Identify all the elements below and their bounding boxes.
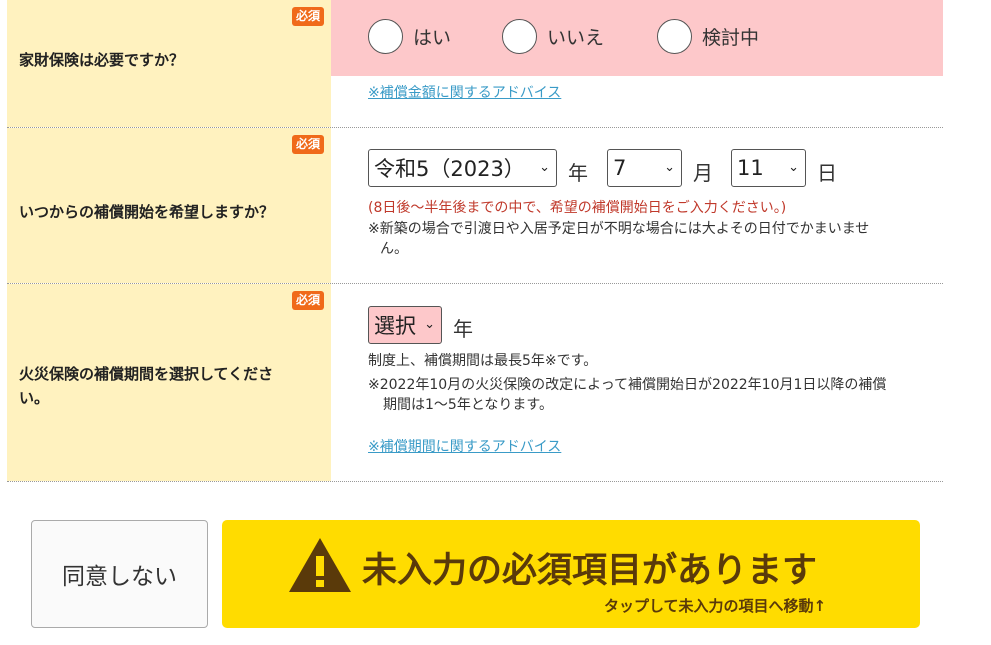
coverage-period-advice-link[interactable]: ※補償期間に関するアドバイス [368, 436, 561, 456]
jump-to-missing-hint: タップして未入力の項目へ移動↑ [604, 597, 827, 615]
question-label-line: 火災保険の補償期間を選択してくださ [19, 365, 274, 383]
revision-note: ※2022年10月の火災保険の改定によって補償開始日が2022年10月1日以降の… [368, 375, 928, 415]
chevron-down-icon: ⌄ [664, 160, 675, 175]
year-select-value: 令和5（2023） [374, 157, 525, 181]
disagree-button-label: 同意しない [62, 564, 177, 590]
question-label-cell: 必須 火災保険の補償期間を選択してくださ い。 [7, 284, 331, 481]
answer-cell: 選択 ⌄ 年 制度上、補償期間は最長5年※です。 ※2022年10月の火災保険の… [331, 284, 943, 481]
coverage-years-select-value: 選択 [374, 314, 416, 338]
question-label-cell: 必須 いつからの補償開始を希望しますか？ [7, 128, 331, 283]
year-unit-label: 年 [568, 161, 588, 185]
year-select[interactable]: 令和5（2023） ⌄ [368, 149, 557, 187]
note-line: ん。 [380, 241, 408, 257]
warning-icon [289, 538, 351, 592]
day-unit-label: 日 [817, 161, 837, 185]
note-line: 期間は1～5年となります。 [383, 397, 553, 413]
answer-cell: はい いいえ 検討中 ※補償金額に関するアドバイス [331, 0, 943, 127]
answer-cell: 令和5（2023） ⌄ 年 7 ⌄ 月 11 ⌄ 日 (8日後～半年後までの中で… [331, 128, 943, 283]
month-select-value: 7 [613, 156, 627, 180]
question-label-cell: 必須 家財保険は必要ですか？ [7, 0, 331, 127]
required-badge: 必須 [291, 7, 324, 26]
date-range-hint: (8日後～半年後までの中で、希望の補償開始日をご入力ください。) [368, 200, 787, 216]
required-badge: 必須 [291, 135, 324, 154]
note-line: ※2022年10月の火災保険の改定によって補償開始日が2022年10月1日以降の… [368, 377, 887, 393]
question-label: 家財保険は必要ですか？ [19, 51, 185, 69]
coverage-years-unit-label: 年 [453, 317, 473, 341]
month-select[interactable]: 7 ⌄ [607, 149, 682, 187]
question-row-contents-insurance: 必須 家財保険は必要ですか？ はい いいえ 検討中 ※補償金額に関するアドバイス [7, 0, 943, 128]
radio-group: はい いいえ 検討中 [331, 0, 943, 76]
radio-label: いいえ [547, 27, 605, 49]
coverage-amount-advice-link[interactable]: ※補償金額に関するアドバイス [368, 82, 561, 102]
radio-label: 検討中 [702, 27, 760, 49]
radio-button[interactable] [502, 19, 537, 54]
chevron-down-icon: ⌄ [788, 160, 799, 175]
question-label: いつからの補償開始を希望しますか？ [19, 203, 275, 221]
chevron-down-icon: ⌄ [424, 317, 435, 332]
day-select-value: 11 [737, 156, 764, 180]
chevron-down-icon: ⌄ [539, 160, 550, 175]
month-unit-label: 月 [693, 161, 713, 185]
radio-option-no[interactable]: いいえ [502, 19, 604, 54]
radio-option-considering[interactable]: 検討中 [657, 19, 759, 54]
radio-label: はい [413, 27, 452, 49]
question-row-coverage-period: 必須 火災保険の補償期間を選択してくださ い。 選択 ⌄ 年 制度上、補償期間は… [7, 284, 943, 482]
disagree-button[interactable]: 同意しない [31, 520, 208, 628]
day-select[interactable]: 11 ⌄ [731, 149, 806, 187]
question-label: 火災保険の補償期間を選択してくださ い。 [19, 362, 319, 410]
radio-option-yes[interactable]: はい [368, 19, 451, 54]
insurance-form: 必須 家財保険は必要ですか？ はい いいえ 検討中 ※補償金額に関するアドバイス [7, 0, 943, 482]
radio-button[interactable] [368, 19, 403, 54]
required-badge: 必須 [291, 291, 324, 310]
question-label-line: い。 [19, 389, 50, 407]
missing-fields-message: 未入力の必須項目があります [362, 551, 818, 591]
new-build-note: ※新築の場合で引渡日や入居予定日が不明な場合には大よその日付でかまいませ ん。 [368, 219, 928, 259]
coverage-years-select[interactable]: 選択 ⌄ [368, 306, 442, 344]
note-line: ※新築の場合で引渡日や入居予定日が不明な場合には大よその日付でかまいませ [368, 221, 870, 237]
max-period-note: 制度上、補償期間は最長5年※です。 [368, 353, 598, 369]
question-row-start-date: 必須 いつからの補償開始を希望しますか？ 令和5（2023） ⌄ 年 7 ⌄ 月… [7, 128, 943, 284]
missing-required-fields-button[interactable]: 未入力の必須項目があります タップして未入力の項目へ移動↑ [222, 520, 920, 628]
radio-button[interactable] [657, 19, 692, 54]
